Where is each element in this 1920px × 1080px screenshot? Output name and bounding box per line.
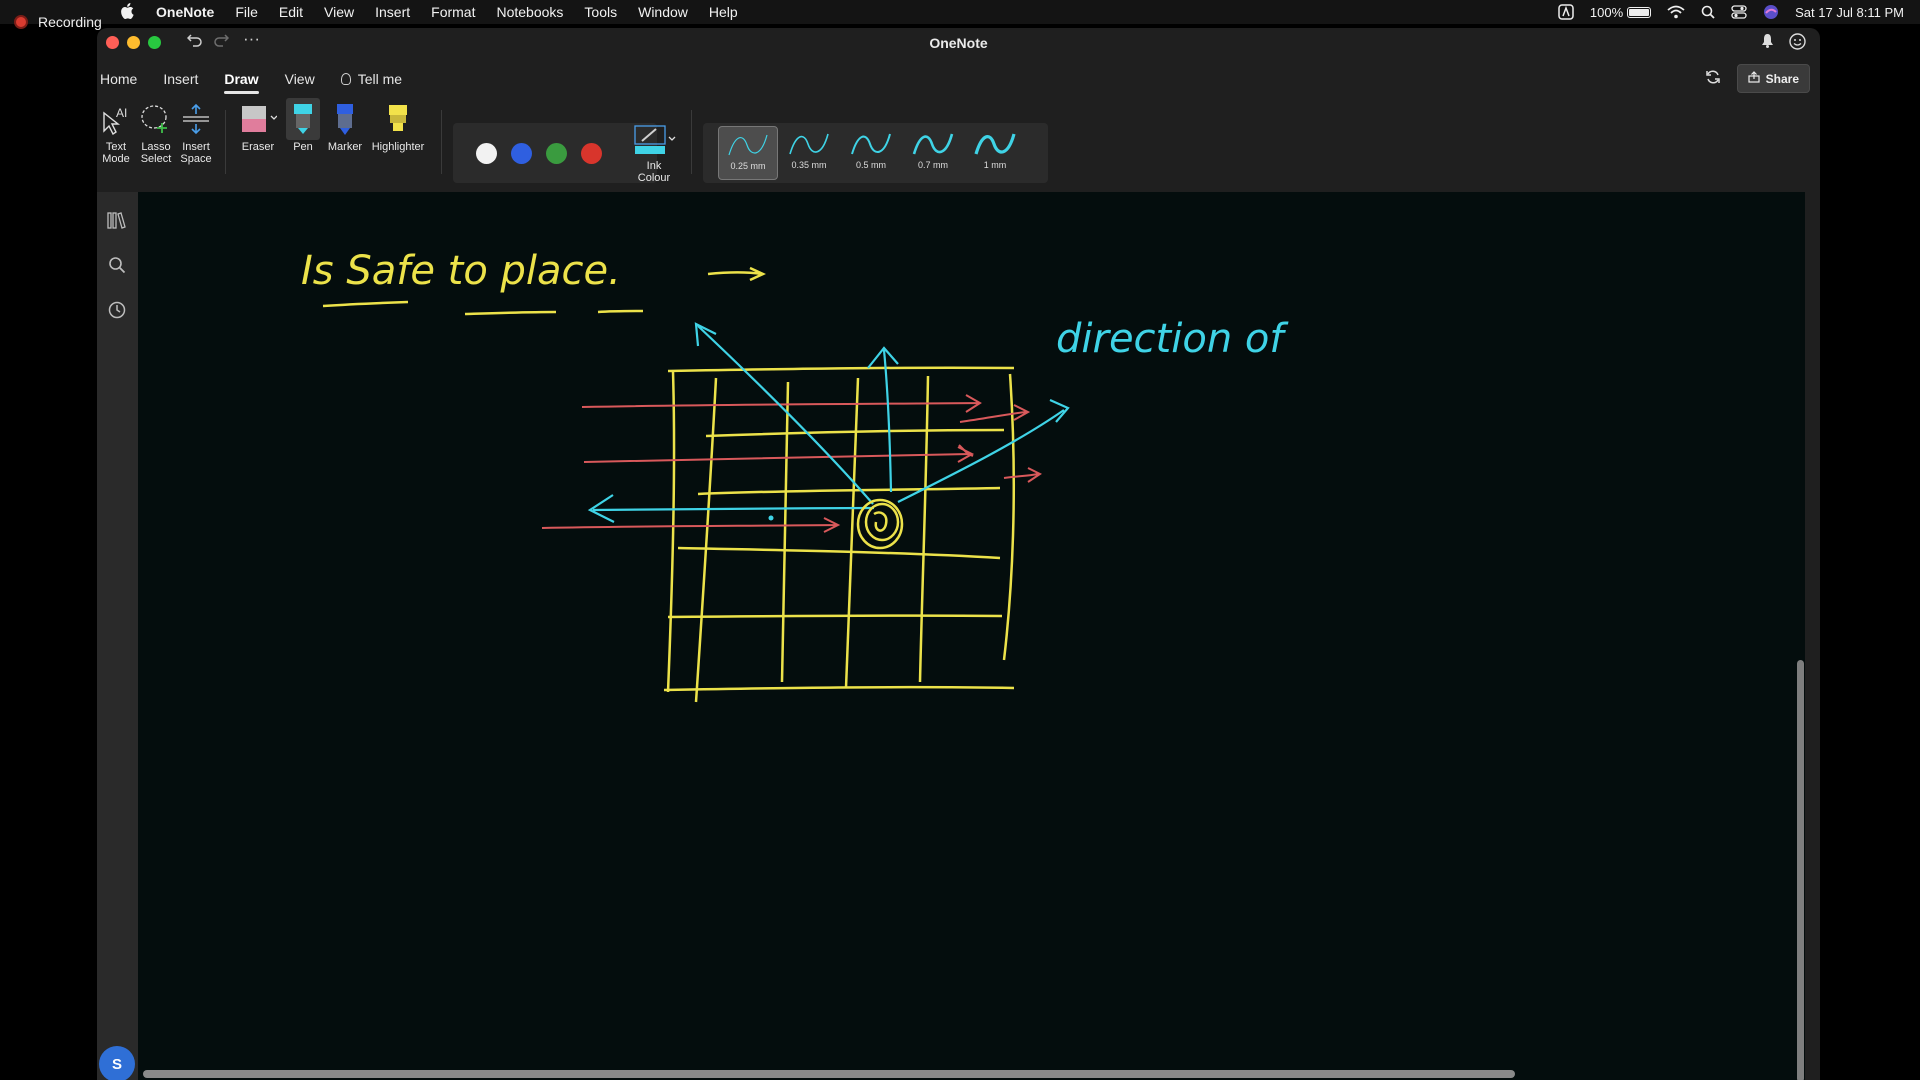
text-mode-button[interactable]: AI Text Mode xyxy=(99,98,133,165)
menu-bar: OneNote File Edit View Insert Format Not… xyxy=(0,0,1920,24)
ink-heading-text: Is Safe to place. xyxy=(301,248,621,294)
color-swatch-blue[interactable] xyxy=(511,143,532,164)
heading-arrow xyxy=(707,266,766,282)
thickness-0-25mm[interactable]: 0.25 mm xyxy=(718,126,778,180)
color-swatch-green[interactable] xyxy=(546,143,567,164)
pen-icon xyxy=(286,98,320,140)
tab-home[interactable]: Home xyxy=(100,64,137,94)
underline-to xyxy=(464,310,557,316)
notifications-bell-icon[interactable] xyxy=(1761,33,1774,52)
menu-app-name[interactable]: OneNote xyxy=(156,4,214,20)
thickness-0-35mm[interactable]: 0.35 mm xyxy=(779,126,839,180)
eraser-icon xyxy=(239,98,277,140)
navigation-rail: S xyxy=(97,192,138,1080)
menu-insert[interactable]: Insert xyxy=(375,4,410,20)
toolbar-separator xyxy=(225,110,226,174)
share-label: Share xyxy=(1765,71,1799,86)
highlighter-icon xyxy=(384,98,412,140)
note-canvas[interactable]: Is Safe to place. direction of xyxy=(138,192,1805,1080)
cyan-direction-arrows xyxy=(587,322,1070,523)
toolbar-separator xyxy=(441,110,442,174)
marker-icon xyxy=(333,98,357,140)
menu-tools[interactable]: Tools xyxy=(584,4,617,20)
thickness-0-7mm[interactable]: 0.7 mm xyxy=(903,126,963,180)
ribbon-tabs: Home Insert Draw View Tell me xyxy=(100,64,428,94)
battery-status[interactable]: 100% xyxy=(1589,4,1652,20)
ink-colour-button[interactable]: Ink Colour xyxy=(630,123,678,184)
horizontal-scrollbar[interactable] xyxy=(143,1070,1808,1078)
tell-me-label: Tell me xyxy=(357,71,403,87)
wifi-icon[interactable] xyxy=(1667,5,1685,19)
recording-label: Recording xyxy=(38,14,102,30)
marker-button[interactable]: Marker xyxy=(325,98,365,153)
menu-window[interactable]: Window xyxy=(638,4,688,20)
share-button[interactable]: Share xyxy=(1736,64,1810,93)
vertical-scroll-thumb[interactable] xyxy=(1797,660,1804,1080)
underline-is-safe xyxy=(322,300,409,308)
menu-help[interactable]: Help xyxy=(709,4,738,20)
apple-menu-icon[interactable] xyxy=(118,2,136,22)
lasso-select-button[interactable]: Lasso Select xyxy=(137,98,175,165)
color-swatch-red[interactable] xyxy=(581,143,602,164)
menu-edit[interactable]: Edit xyxy=(279,4,303,20)
spotlight-search-icon[interactable] xyxy=(1701,5,1715,19)
clock-datetime[interactable]: Sat 17 Jul 8:11 PM xyxy=(1795,5,1904,20)
title-bar: ··· OneNote xyxy=(97,28,1820,58)
horizontal-scroll-thumb[interactable] xyxy=(143,1070,1515,1078)
chess-grid xyxy=(663,366,1016,703)
menu-file[interactable]: File xyxy=(235,4,258,20)
control-center-icon[interactable] xyxy=(1731,5,1747,19)
insert-space-icon xyxy=(181,98,211,140)
battery-icon xyxy=(1627,6,1652,18)
underline-place xyxy=(597,309,644,314)
vertical-scrollbar[interactable] xyxy=(1797,200,1804,1080)
thickness-1mm[interactable]: 1 mm xyxy=(965,126,1025,180)
insert-space-button[interactable]: Insert Space xyxy=(177,98,215,165)
user-avatar[interactable]: S xyxy=(99,1046,135,1080)
menu-view[interactable]: View xyxy=(324,4,354,20)
piece-marker-circle xyxy=(856,498,904,550)
tab-insert[interactable]: Insert xyxy=(163,64,198,94)
sync-icon[interactable] xyxy=(1705,69,1721,89)
lasso-select-icon xyxy=(140,98,172,140)
tab-view[interactable]: View xyxy=(285,64,315,94)
lightbulb-icon xyxy=(340,73,351,85)
battery-percent: 100% xyxy=(1589,4,1624,20)
pen-color-palette xyxy=(453,123,657,183)
notebooks-library-icon[interactable] xyxy=(105,208,129,232)
recent-notes-clock-icon[interactable] xyxy=(105,298,129,322)
menu-notebooks[interactable]: Notebooks xyxy=(496,4,563,20)
siri-icon[interactable] xyxy=(1763,4,1779,20)
draw-toolbar: AI Text Mode Lasso Select Insert Space E… xyxy=(97,98,1820,192)
color-swatch-white[interactable] xyxy=(476,143,497,164)
highlighter-button[interactable]: Highlighter xyxy=(367,98,429,153)
tab-draw[interactable]: Draw xyxy=(224,64,259,94)
eraser-button[interactable]: Eraser xyxy=(237,98,279,153)
feedback-smiley-icon[interactable] xyxy=(1789,33,1806,54)
ink-side-note: direction of xyxy=(1056,316,1289,362)
ribbon-right-actions: Share xyxy=(1705,64,1810,93)
ink-dot xyxy=(768,515,774,521)
record-icon xyxy=(14,15,28,29)
svg-text:AI: AI xyxy=(116,106,127,120)
toolbar-separator xyxy=(691,110,692,174)
text-mode-icon: AI xyxy=(101,98,131,140)
ink-drawing[interactable]: Is Safe to place. direction of xyxy=(138,192,1805,1080)
window-title: OneNote xyxy=(929,35,988,51)
stroke-thickness-panel: 0.25 mm 0.35 mm 0.5 mm 0.7 mm 1 mm xyxy=(703,123,1048,183)
tell-me-search[interactable]: Tell me xyxy=(340,64,403,94)
recording-indicator[interactable]: Recording xyxy=(14,14,102,30)
search-icon[interactable] xyxy=(105,253,129,277)
ink-colour-icon xyxy=(632,123,676,160)
menu-format[interactable]: Format xyxy=(431,4,475,20)
text-input-icon[interactable] xyxy=(1558,4,1574,20)
pen-button[interactable]: Pen xyxy=(286,98,320,153)
onenote-window: ··· OneNote Home Insert Draw View Tell m… xyxy=(97,28,1820,1080)
share-icon xyxy=(1748,71,1760,86)
thickness-0-5mm[interactable]: 0.5 mm xyxy=(841,126,901,180)
